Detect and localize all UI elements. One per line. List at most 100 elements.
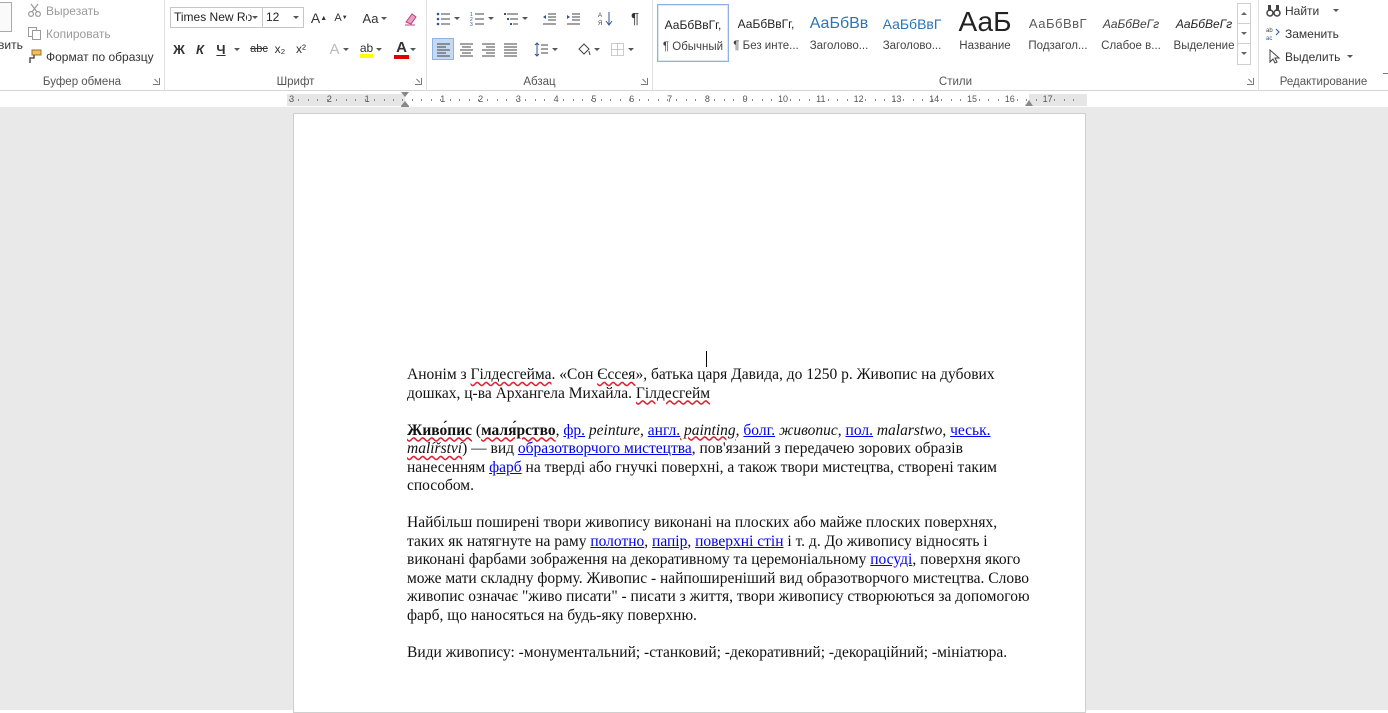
link-polish[interactable]: пол. (846, 422, 873, 439)
ruler-tick (1063, 99, 1065, 101)
italic-button[interactable]: К (191, 38, 209, 60)
bullet-list-icon (436, 11, 451, 26)
copy-button[interactable]: Копировать (27, 26, 111, 41)
link-fine-arts[interactable]: образотворчого мистецтва (518, 440, 692, 457)
ruler-tick (449, 99, 451, 101)
style-title[interactable]: АаБ Название (949, 4, 1021, 62)
grow-font-button[interactable]: A ▲ (309, 7, 329, 29)
text-effects-button[interactable]: A (325, 38, 353, 60)
right-indent-marker[interactable] (1025, 100, 1033, 106)
shrink-font-icon: A (334, 12, 342, 24)
change-case-button[interactable]: Aa (360, 7, 390, 29)
link-paper[interactable]: папір (652, 533, 687, 550)
shrink-font-button[interactable]: A ▼ (331, 7, 351, 29)
link-french[interactable]: фр. (563, 422, 585, 439)
font-name-combo[interactable]: Times New Ro (170, 7, 263, 28)
style-subtitle[interactable]: АаБбВвГ Подзагол... (1022, 4, 1094, 62)
document-page[interactable]: Анонім з Гілдесгейма. «Сон Єссея», батьк… (293, 113, 1086, 713)
show-formatting-button[interactable]: ¶ (625, 7, 645, 29)
style-normal[interactable]: АаБбВвГг, ¶ Обычный (657, 4, 729, 62)
format-painter-button[interactable]: Формат по образцу (27, 49, 154, 64)
cursor-arrow-icon (1266, 48, 1281, 64)
gallery-up-icon[interactable] (1238, 4, 1250, 24)
decrease-indent-icon (542, 11, 557, 26)
paragraph-group: 123 AЯ ¶ Абзац (427, 0, 653, 91)
align-left-button[interactable] (432, 38, 454, 60)
justify-icon (503, 42, 518, 57)
shading-button[interactable] (573, 38, 603, 60)
paste-button[interactable]: вить (0, 38, 23, 52)
link-czech[interactable]: чеськ. (950, 422, 990, 439)
superscript-button[interactable]: x² (292, 38, 310, 60)
style-emphasis[interactable]: АаБбВеГг Выделение (1168, 4, 1240, 62)
sort-button[interactable]: AЯ (595, 7, 615, 29)
horizontal-ruler[interactable]: 3 2 1 1 2 3 4 5 6 7 8 9 10 11 12 13 14 15 16 17 (287, 92, 1087, 111)
increase-indent-button[interactable] (563, 7, 583, 29)
ruler-tick (298, 99, 300, 101)
replace-button[interactable]: ab ac Заменить (1266, 26, 1339, 43)
gallery-down-icon[interactable] (1238, 24, 1250, 44)
gallery-more-icon[interactable] (1238, 44, 1250, 64)
chevron-down-icon[interactable] (247, 8, 262, 27)
link-bulgarian[interactable]: болг. (743, 422, 775, 439)
clipboard-dialog-launcher[interactable] (153, 78, 160, 85)
subscript-button[interactable]: x₂ (271, 38, 289, 60)
style-heading-2[interactable]: АаБбВвГ Заголово... (876, 4, 948, 62)
align-right-icon (481, 42, 496, 57)
ruler-tick (657, 99, 659, 101)
ruler-tick (563, 99, 565, 101)
borders-button[interactable] (607, 38, 637, 60)
link-english[interactable]: англ. (648, 422, 680, 439)
find-button[interactable]: Найти (1266, 3, 1340, 18)
underline-button[interactable]: Ч (213, 38, 243, 60)
multilevel-list-button[interactable] (501, 7, 531, 29)
highlight-button[interactable]: ab (355, 38, 387, 60)
ruler-tick (988, 99, 990, 101)
collapse-ribbon-icon[interactable] (1383, 73, 1388, 74)
select-button[interactable]: Выделить (1266, 48, 1354, 64)
bold-button[interactable]: Ж (170, 38, 188, 60)
ruler-tick (704, 99, 706, 101)
font-name-value: Times New Ro (174, 10, 253, 24)
link-canvas[interactable]: полотно (590, 533, 644, 550)
decrease-indent-button[interactable] (539, 7, 559, 29)
ruler-tick (959, 99, 961, 101)
link-paints[interactable]: фарб (489, 459, 522, 476)
numbered-list-icon: 123 (470, 11, 485, 28)
cut-button[interactable]: Вырезать (27, 3, 99, 18)
paragraph-dialog-launcher[interactable] (641, 78, 648, 85)
style-heading-1[interactable]: АаБбВв Заголово... (803, 4, 875, 62)
document-canvas[interactable]: Анонім з Гілдесгейма. «Сон Єссея», батьк… (0, 107, 1388, 713)
style-preview: АаБбВв (809, 15, 869, 32)
style-no-spacing[interactable]: АаБбВвГг, ¶ Без инте... (730, 4, 802, 62)
align-right-button[interactable] (477, 38, 499, 60)
clipboard-icon (0, 2, 12, 32)
font-dialog-launcher[interactable] (415, 78, 422, 85)
ruler-tick (515, 99, 517, 101)
bullets-button[interactable] (433, 7, 463, 29)
ruler-tick (865, 99, 867, 101)
ruler-tick (440, 99, 442, 101)
first-line-indent-marker[interactable] (401, 92, 409, 97)
scissors-icon (27, 3, 42, 18)
document-body[interactable]: Анонім з Гілдесгейма. «Сон Єссея», батьк… (407, 366, 1037, 681)
font-color-button[interactable]: A (390, 38, 422, 60)
numbering-button[interactable]: 123 (467, 7, 497, 29)
link-tableware[interactable]: посуді (870, 551, 912, 568)
align-center-button[interactable] (455, 38, 477, 60)
style-preview: АаБбВвГг, (737, 17, 795, 31)
ruler-tick (827, 99, 829, 101)
link-wall-surfaces[interactable]: поверхні стін (695, 533, 783, 550)
styles-gallery-scroll[interactable] (1237, 3, 1251, 65)
style-subtle-emphasis[interactable]: АаБбВеГг Слабое в... (1095, 4, 1167, 62)
clear-formatting-button[interactable] (400, 7, 420, 29)
line-spacing-button[interactable] (531, 38, 561, 60)
styles-dialog-launcher[interactable] (1247, 78, 1254, 85)
strikethrough-button[interactable]: abc (248, 38, 270, 60)
pilcrow-icon: ¶ (630, 9, 640, 27)
styles-gallery: АаБбВвГг, ¶ Обычный АаБбВвГг, ¶ Без инте… (657, 4, 1237, 62)
font-size-combo[interactable]: 12 (262, 7, 304, 28)
chevron-down-icon[interactable] (288, 8, 303, 27)
justify-button[interactable] (499, 38, 521, 60)
replace-label: Заменить (1285, 26, 1339, 41)
